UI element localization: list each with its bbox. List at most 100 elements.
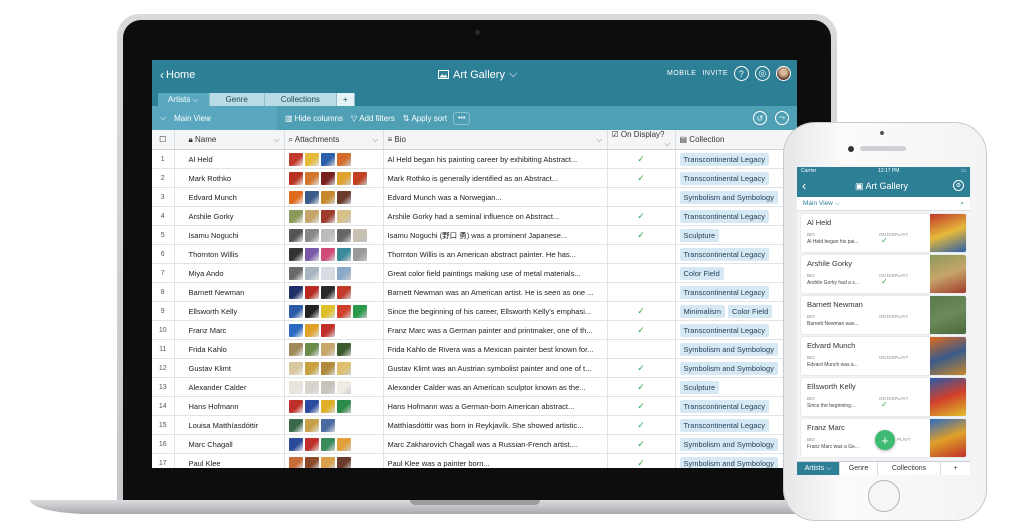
name-cell[interactable]: Thornton Willis bbox=[174, 244, 285, 264]
collection-chip[interactable]: Transcontinental Legacy bbox=[679, 418, 769, 432]
table-row[interactable]: 7 Miya Ando Great color field paintings ma… bbox=[152, 263, 797, 283]
name-cell[interactable]: Paul Klee bbox=[174, 453, 285, 468]
invite-link[interactable]: INVITE bbox=[702, 70, 728, 77]
attachment-thumbnail[interactable] bbox=[320, 418, 335, 432]
attachment-thumbnail[interactable] bbox=[288, 418, 303, 432]
on-display-cell[interactable]: ✓ bbox=[607, 149, 676, 169]
column-header-name[interactable]: 🔒︎ Name ⌵ bbox=[174, 130, 285, 150]
name-cell[interactable]: Arshile Gorky bbox=[174, 206, 285, 226]
attachment-thumbnail[interactable] bbox=[304, 361, 319, 375]
column-header-collection[interactable]: ▤ Collection bbox=[675, 130, 797, 150]
attachment-thumbnail[interactable] bbox=[288, 437, 303, 451]
add-record-fab[interactable]: + bbox=[875, 430, 895, 450]
bio-cell[interactable]: Thornton Willis is an American abstract … bbox=[383, 244, 608, 264]
attachment-thumbnail[interactable] bbox=[320, 190, 335, 204]
on-display-cell[interactable] bbox=[607, 244, 676, 264]
phone-home-button[interactable] bbox=[868, 480, 900, 512]
on-display-cell[interactable] bbox=[607, 263, 676, 283]
attachment-thumbnail[interactable] bbox=[320, 323, 335, 337]
attachment-thumbnail[interactable] bbox=[288, 171, 303, 185]
collection-cell[interactable]: Minimalism Color Field bbox=[675, 301, 797, 321]
bio-cell[interactable]: Al Held began his painting career by exh… bbox=[383, 149, 608, 169]
attachment-thumbnail[interactable] bbox=[336, 456, 351, 468]
attachment-thumbnail[interactable] bbox=[288, 228, 303, 242]
phone-view-selector[interactable]: Main View ⌵ bbox=[803, 200, 840, 208]
collection-chip[interactable]: Minimalism bbox=[679, 304, 725, 318]
collection-chip[interactable]: Sculpture bbox=[679, 228, 720, 242]
name-cell[interactable]: Hans Hofmann bbox=[174, 396, 285, 416]
table-row[interactable]: 2 Mark Rothko Mark Rothko is generally ide… bbox=[152, 168, 797, 188]
collection-cell[interactable]: Transcontinental Legacy bbox=[675, 149, 797, 169]
table-row[interactable]: 17 Paul Klee Paul Klee was a painter born.… bbox=[152, 453, 797, 468]
collection-chip[interactable]: Symbolism and Symbology bbox=[679, 456, 778, 468]
collection-chip[interactable]: Color Field bbox=[679, 266, 724, 280]
attachment-thumbnail[interactable] bbox=[304, 285, 319, 299]
attachment-thumbnail[interactable] bbox=[336, 380, 351, 394]
attachment-thumbnail[interactable] bbox=[288, 152, 303, 166]
apply-sort-button[interactable]: ⇅ Apply sort bbox=[403, 114, 447, 123]
attachment-thumbnail[interactable] bbox=[320, 266, 335, 280]
table-row[interactable]: 16 Marc Chagall Marc Zakharovich Chagall w… bbox=[152, 434, 797, 454]
table-row[interactable]: 5 Isamu Noguchi Isamu Noguchi (野口 勇) was a… bbox=[152, 225, 797, 245]
collection-cell[interactable]: Transcontinental Legacy bbox=[675, 415, 797, 435]
collection-cell[interactable]: Transcontinental Legacy bbox=[675, 396, 797, 416]
attachment-thumbnail[interactable] bbox=[288, 266, 303, 280]
collection-cell[interactable]: Transcontinental Legacy bbox=[675, 244, 797, 264]
bio-cell[interactable]: Marc Zakharovich Chagall was a Russian-F… bbox=[383, 434, 608, 454]
attachment-thumbnail[interactable] bbox=[336, 437, 351, 451]
attachment-thumbnail[interactable] bbox=[336, 342, 351, 356]
name-cell[interactable]: Alexander Calder bbox=[174, 377, 285, 397]
collection-chip[interactable]: Symbolism and Symbology bbox=[679, 190, 778, 204]
name-cell[interactable]: Gustav Klimt bbox=[174, 358, 285, 378]
attachment-thumbnail[interactable] bbox=[304, 247, 319, 261]
attachment-thumbnail[interactable] bbox=[336, 209, 351, 223]
attachment-thumbnail[interactable] bbox=[352, 304, 367, 318]
attachment-thumbnail[interactable] bbox=[320, 361, 335, 375]
attachment-thumbnail[interactable] bbox=[320, 171, 335, 185]
attachment-thumbnail[interactable] bbox=[304, 190, 319, 204]
collection-cell[interactable]: Sculpture bbox=[675, 225, 797, 245]
attachments-cell[interactable] bbox=[284, 187, 384, 207]
phone-add-table-button[interactable]: + bbox=[941, 462, 970, 475]
name-cell[interactable]: Mark Rothko bbox=[174, 168, 285, 188]
attachment-thumbnail[interactable] bbox=[304, 399, 319, 413]
collection-chip[interactable]: Transcontinental Legacy bbox=[679, 152, 769, 166]
gear-icon[interactable]: ⚙ bbox=[953, 180, 964, 191]
phone-tab-artists[interactable]: Artists ⌵ bbox=[797, 462, 840, 475]
name-cell[interactable]: Miya Ando bbox=[174, 263, 285, 283]
collection-chip[interactable]: Sculpture bbox=[679, 380, 720, 394]
on-display-cell[interactable]: ✓ bbox=[607, 453, 676, 468]
name-cell[interactable]: Isamu Noguchi bbox=[174, 225, 285, 245]
bio-cell[interactable]: Franz Marc was a German painter and prin… bbox=[383, 320, 608, 340]
attachment-thumbnail[interactable] bbox=[288, 456, 303, 468]
search-icon[interactable]: ⌕ bbox=[960, 200, 964, 208]
avatar[interactable] bbox=[776, 66, 791, 81]
table-row[interactable]: 6 Thornton Willis Thornton Willis is an Am… bbox=[152, 244, 797, 264]
back-home-button[interactable]: ‹ Home bbox=[160, 68, 195, 82]
collection-chip[interactable]: Transcontinental Legacy bbox=[679, 247, 769, 261]
name-cell[interactable]: Barnett Newman bbox=[174, 282, 285, 302]
attachments-cell[interactable] bbox=[284, 320, 384, 340]
mobile-link[interactable]: MOBILE bbox=[667, 70, 696, 77]
tab-artists[interactable]: Artists ⌵ bbox=[158, 93, 210, 106]
tab-collections[interactable]: Collections bbox=[264, 93, 337, 106]
column-header-bio[interactable]: ≡ Bio ⌵ bbox=[383, 130, 608, 150]
attachment-thumbnail[interactable] bbox=[304, 456, 319, 468]
attachment-thumbnail[interactable] bbox=[304, 304, 319, 318]
attachment-thumbnail[interactable] bbox=[320, 399, 335, 413]
collection-chip[interactable]: Transcontinental Legacy bbox=[679, 399, 769, 413]
attachments-cell[interactable] bbox=[284, 206, 384, 226]
table-row[interactable]: 10 Franz Marc Franz Marc was a German pain… bbox=[152, 320, 797, 340]
attachment-thumbnail[interactable] bbox=[320, 380, 335, 394]
attachments-cell[interactable] bbox=[284, 377, 384, 397]
collection-cell[interactable]: Sculpture bbox=[675, 377, 797, 397]
bio-cell[interactable]: Alexander Calder was an American sculpto… bbox=[383, 377, 608, 397]
bio-cell[interactable]: Since the beginning of his career, Ellsw… bbox=[383, 301, 608, 321]
attachment-thumbnail[interactable] bbox=[304, 171, 319, 185]
attachment-thumbnail[interactable] bbox=[288, 247, 303, 261]
attachment-thumbnail[interactable] bbox=[336, 190, 351, 204]
attachment-thumbnail[interactable] bbox=[320, 152, 335, 166]
on-display-cell[interactable] bbox=[607, 339, 676, 359]
add-table-button[interactable]: + bbox=[336, 93, 355, 106]
collection-cell[interactable]: Color Field bbox=[675, 263, 797, 283]
